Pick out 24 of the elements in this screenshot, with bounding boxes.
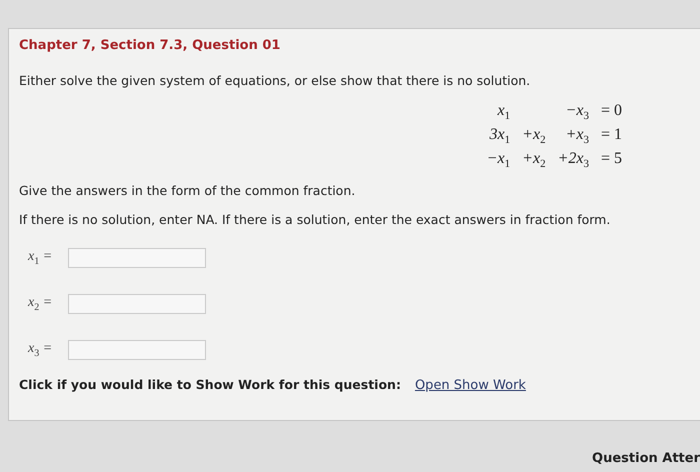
equation-rhs: = 1: [600, 126, 622, 146]
equation-term: −x$_{1}$: [486, 150, 510, 171]
equation-term: +x$_{3}$: [564, 126, 589, 146]
question-title: Chapter 7, Section 7.3, Question 01: [19, 38, 282, 53]
answer-field[interactable]: [68, 294, 206, 314]
variable-label: x$_{2}$ =: [28, 294, 54, 312]
open-show-work-link[interactable]: Open Show Work: [414, 378, 526, 393]
answer-field[interactable]: [68, 248, 206, 268]
variable-label: x$_{1}$ =: [28, 248, 54, 266]
equation-term: x$_{1}$: [496, 102, 510, 122]
question-attempts-label: Question Atter: [592, 451, 700, 466]
answer-field[interactable]: [68, 340, 206, 360]
question-prompt: Either solve the given system of equations, or else show that there is no solution.: [19, 73, 532, 88]
equation-term: 3x$_{1}$: [488, 126, 510, 146]
instruction-text: Give the answers in the form of the common fraction.: [19, 182, 356, 198]
equation-term: +x$_{2}$: [522, 150, 546, 171]
variable-label: x$_{3}$ =: [28, 340, 54, 358]
equation-rhs: = 0: [600, 102, 622, 121]
equation-term: +2x$_{3}$: [558, 150, 589, 171]
equation-term: +x$_{2}$: [522, 126, 546, 146]
instruction-text: If there is no solution, enter NA. If there is a solution, enter the exact answers in fraction form.: [19, 212, 612, 227]
show-work-prompt: Click if you would like to Show Work for this question:: [19, 376, 401, 392]
equation-term: −x$_{3}$: [564, 102, 589, 122]
equation-rhs: = 5: [600, 150, 622, 170]
